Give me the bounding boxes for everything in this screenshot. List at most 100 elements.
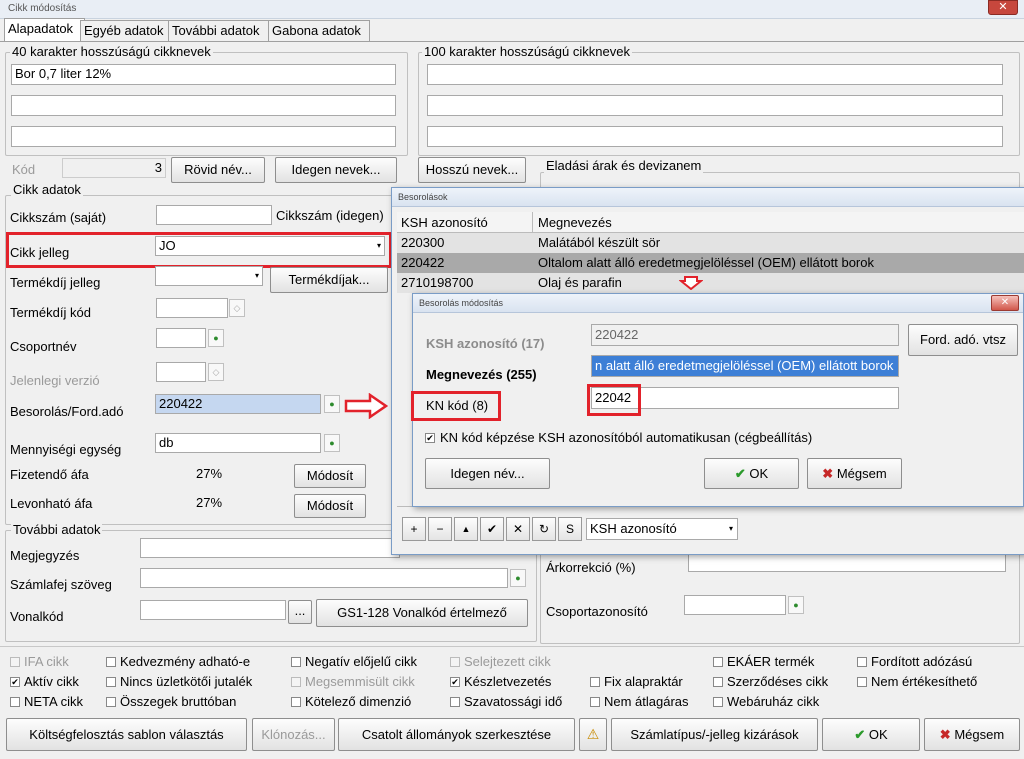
nav-search-button[interactable]: S bbox=[558, 517, 582, 541]
hosszu-nevek-button[interactable]: Hosszú nevek... bbox=[418, 157, 526, 183]
tab-gabona-adatok[interactable]: Gabona adatok bbox=[268, 20, 370, 41]
termekdij-kod-input[interactable] bbox=[156, 298, 228, 318]
nav-confirm-button[interactable]: ✔ bbox=[480, 517, 504, 541]
kn-kod-auto-checkbox[interactable]: ✔ bbox=[425, 433, 435, 443]
cikkszam-sajat-input[interactable] bbox=[156, 205, 272, 225]
checkbox[interactable] bbox=[857, 657, 867, 667]
checkbox[interactable] bbox=[291, 697, 301, 707]
csoportazonosito-input[interactable] bbox=[684, 595, 786, 615]
checkbox[interactable] bbox=[291, 677, 301, 687]
nav-up-button[interactable]: ▲ bbox=[454, 517, 478, 541]
table-row[interactable]: 220300 Malátából készült sör bbox=[397, 233, 1024, 253]
window-titlebar: Cikk módosítás bbox=[0, 0, 1024, 19]
termekdij-kod-lookup-icon[interactable]: ◇ bbox=[229, 299, 245, 317]
table-row[interactable]: 2710198700 Olaj és parafin bbox=[397, 273, 1024, 293]
checkbox[interactable] bbox=[10, 697, 20, 707]
fizetendo-modosit-button[interactable]: Módosít bbox=[294, 464, 366, 488]
tab-tovabbi-adatok[interactable]: További adatok bbox=[168, 20, 272, 41]
megsem-button[interactable]: ✖ Mégsem bbox=[924, 718, 1020, 751]
ford-ado-vtsz-button[interactable]: Ford. adó. vtsz bbox=[908, 324, 1018, 356]
checkbox[interactable] bbox=[713, 677, 723, 687]
checkbox[interactable] bbox=[291, 657, 301, 667]
besorolas-add-icon[interactable]: ● bbox=[324, 395, 340, 413]
gs1-vonalkod-button[interactable]: GS1-128 Vonalkód értelmező bbox=[316, 599, 528, 627]
checkbox[interactable] bbox=[713, 697, 723, 707]
nav-cancel-button[interactable]: ✕ bbox=[506, 517, 530, 541]
rovid-nev-button[interactable]: Rövid név... bbox=[171, 157, 265, 183]
ok-button[interactable]: ✔ OK bbox=[822, 718, 920, 751]
notification-bell-icon[interactable]: ⚠ bbox=[579, 718, 607, 751]
modositas-ok-button[interactable]: ✔ OK bbox=[704, 458, 799, 489]
termekdij-jelleg-select[interactable] bbox=[155, 266, 263, 286]
klonozas-button[interactable]: Klónozás... bbox=[252, 718, 335, 751]
name100-line2-input[interactable] bbox=[427, 95, 1003, 116]
nav-refresh-button[interactable]: ↻ bbox=[532, 517, 556, 541]
koltsegfelosztas-button[interactable]: Költségfelosztás sablon választás bbox=[6, 718, 247, 751]
checkbox-label: Nem értékesíthető bbox=[871, 674, 978, 689]
modositas-megsem-button[interactable]: ✖ Mégsem bbox=[807, 458, 902, 489]
csoportnev-add-icon[interactable]: ● bbox=[208, 329, 224, 347]
levonhato-modosit-button[interactable]: Módosít bbox=[294, 494, 366, 518]
cikkszam-sajat-label: Cikkszám (saját) bbox=[10, 210, 107, 225]
csoportazonosito-add-icon[interactable]: ● bbox=[788, 596, 804, 614]
col-ksh-azonosito[interactable]: KSH azonosító bbox=[401, 215, 488, 230]
termekdij-jelleg-dropdown-icon[interactable]: ▾ bbox=[250, 267, 264, 285]
jelenlegi-verzio-lookup-icon[interactable]: ◇ bbox=[208, 363, 224, 381]
checkbox[interactable]: ✔ bbox=[10, 677, 20, 687]
name40-line3-input[interactable] bbox=[11, 126, 396, 147]
checkbox[interactable] bbox=[106, 657, 116, 667]
table-row-selected[interactable]: 220422 Oltalom alatt álló eredetmegjelöl… bbox=[397, 253, 1024, 273]
name40-line2-input[interactable] bbox=[11, 95, 396, 116]
checkbox[interactable] bbox=[106, 677, 116, 687]
idegen-nevek-button[interactable]: Idegen nevek... bbox=[275, 157, 397, 183]
search-field-select[interactable]: KSH azonosító bbox=[586, 518, 738, 540]
checkbox[interactable]: ✔ bbox=[450, 677, 460, 687]
modositas-close-icon[interactable]: ✕ bbox=[991, 295, 1019, 311]
szamlafej-add-icon[interactable]: ● bbox=[510, 569, 526, 587]
search-field-dropdown-icon[interactable]: ▾ bbox=[724, 520, 738, 538]
cikk-adatok-label: Cikk adatok bbox=[11, 182, 83, 197]
vonalkod-browse-button[interactable]: ... bbox=[288, 600, 312, 624]
checkbox-label: EKÁER termék bbox=[727, 654, 815, 669]
csoportnev-input[interactable] bbox=[156, 328, 206, 348]
szamlatipus-button[interactable]: Számlatípus/-jelleg kizárások bbox=[611, 718, 818, 751]
tab-alapadatok[interactable]: Alapadatok bbox=[4, 18, 85, 41]
megnevezes-input[interactable]: n alatt álló eredetmegjelöléssel (OEM) e… bbox=[591, 355, 899, 377]
mennyisegi-add-icon[interactable]: ● bbox=[324, 434, 340, 452]
checkbox[interactable] bbox=[713, 657, 723, 667]
name100-line1-input[interactable] bbox=[427, 64, 1003, 85]
names40-label: 40 karakter hosszúságú cikknevek bbox=[10, 44, 213, 59]
arkorrekcio-input[interactable] bbox=[688, 552, 1006, 572]
name100-line3-input[interactable] bbox=[427, 126, 1003, 147]
termekdijak-button[interactable]: Termékdíjak... bbox=[270, 267, 388, 293]
checkbox[interactable] bbox=[450, 697, 460, 707]
mennyisegi-label: Mennyiségi egység bbox=[10, 442, 122, 457]
besorolas-label: Besorolás/Ford.adó bbox=[10, 404, 124, 419]
red-arrow-down-icon bbox=[679, 276, 703, 290]
tab-divider bbox=[0, 41, 1024, 42]
checkbox[interactable] bbox=[450, 657, 460, 667]
checkbox[interactable] bbox=[590, 677, 600, 687]
nav-delete-button[interactable]: − bbox=[428, 517, 452, 541]
idegen-nev-button[interactable]: Idegen név... bbox=[425, 458, 550, 489]
szamlafej-input[interactable] bbox=[140, 568, 508, 588]
checkbox[interactable] bbox=[590, 697, 600, 707]
arkorrekcio-label: Árkorrekció (%) bbox=[546, 560, 636, 575]
checkbox-label: Kötelező dimenzió bbox=[305, 694, 412, 709]
mennyisegi-input[interactable]: db bbox=[155, 433, 321, 453]
col-megnevezes[interactable]: Megnevezés bbox=[538, 215, 612, 230]
checkbox[interactable] bbox=[857, 677, 867, 687]
name40-line1-input[interactable]: Bor 0,7 liter 12% bbox=[11, 64, 396, 85]
tab-egyeb-adatok[interactable]: Egyéb adatok bbox=[80, 20, 172, 41]
checkbox-label: Selejtezett cikk bbox=[464, 654, 551, 669]
checkbox[interactable] bbox=[10, 657, 20, 667]
csatolt-allomanyok-button[interactable]: Csatolt állományok szerkesztése bbox=[338, 718, 575, 751]
jelenlegi-verzio-input[interactable] bbox=[156, 362, 206, 382]
besorolas-input[interactable]: 220422 bbox=[155, 394, 321, 414]
vonalkod-input[interactable] bbox=[140, 600, 286, 620]
window-close-button[interactable]: ✕ bbox=[988, 0, 1018, 15]
nav-add-button[interactable]: + bbox=[402, 517, 426, 541]
checkbox[interactable] bbox=[106, 697, 116, 707]
megjegyzes-input[interactable] bbox=[140, 538, 400, 558]
termekdij-jelleg-label: Termékdíj jelleg bbox=[10, 275, 101, 290]
